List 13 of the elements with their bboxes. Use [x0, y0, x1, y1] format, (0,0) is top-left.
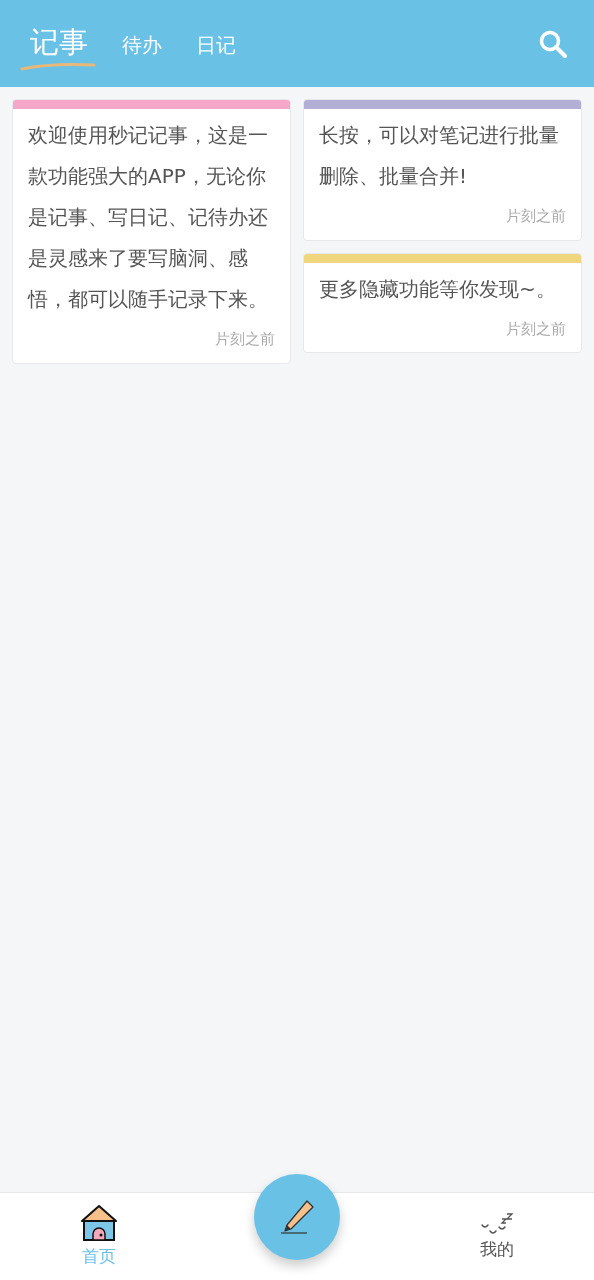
note-text: 更多隐藏功能等你发现~。	[319, 275, 557, 303]
tab-underline-icon	[20, 61, 96, 71]
note-time: 片刻之前	[506, 206, 566, 227]
house-icon	[80, 1203, 118, 1242]
note-time: 片刻之前	[506, 318, 566, 340]
note-text: 欢迎使用秒记记事，这是一款功能强大的APP，无论你是记事、写日记、记待办还是灵感来了要写脑洞、感悟，都可以随手记录下来。	[28, 122, 269, 313]
note-card[interactable]: 欢迎使用秒记记事，这是一款功能强大的APP，无论你是记事、写日记、记待办还是灵感来了要写脑洞、感悟，都可以随手记录下来。 片刻之前	[12, 99, 291, 364]
note-card[interactable]: 更多隐藏功能等你发现~。 片刻之前	[303, 252, 582, 353]
nav-item[interactable]: 我的	[480, 1210, 514, 1263]
note-card[interactable]: 长按，可以对笔记进行批量删除、批量合并! 片刻之前	[303, 99, 582, 241]
sleepy-face-icon	[480, 1210, 514, 1235]
note-text: 长按，可以对笔记进行批量删除、批量合并!	[319, 122, 560, 190]
note-time: 片刻之前	[215, 329, 275, 350]
